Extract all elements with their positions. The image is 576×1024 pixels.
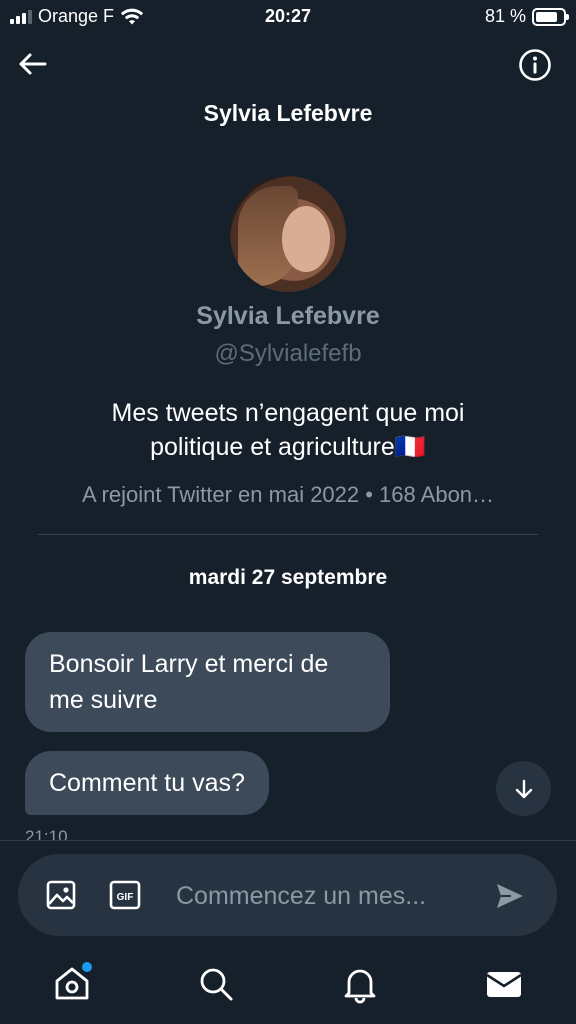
send-icon: [497, 884, 523, 908]
battery-fill: [536, 11, 558, 22]
info-button[interactable]: [518, 48, 552, 82]
bottom-tab-bar: [0, 950, 576, 1024]
image-icon: [46, 880, 76, 910]
message-bubble[interactable]: Comment tu vas?: [25, 751, 269, 815]
arrow-down-icon: [515, 779, 532, 798]
date-separator: mardi 27 septembre: [188, 566, 388, 589]
message-input[interactable]: [176, 876, 476, 916]
tab-messages[interactable]: [484, 964, 524, 1004]
composer-divider: [0, 840, 576, 841]
info-icon: [519, 49, 551, 81]
bell-icon: [344, 969, 376, 1004]
arrow-left-icon: [19, 53, 47, 75]
home-notification-dot: [82, 962, 92, 972]
gif-label: GIF: [117, 892, 134, 903]
avatar[interactable]: [230, 176, 346, 292]
status-right: 81 %: [484, 6, 569, 27]
message-timestamp: 21:10: [25, 827, 68, 840]
scroll-down-button[interactable]: [496, 761, 551, 816]
conversation-title: Sylvia Lefebvre: [203, 100, 373, 126]
back-button[interactable]: [14, 46, 50, 82]
divider: [38, 534, 538, 535]
avatar-face: [282, 206, 330, 272]
add-media-button[interactable]: [45, 879, 77, 911]
send-button[interactable]: [494, 880, 526, 912]
tab-home[interactable]: [52, 962, 92, 1004]
tab-search[interactable]: [196, 964, 236, 1004]
status-bar: Orange F 20:27 81 %: [0, 0, 576, 34]
gif-icon: GIF: [109, 880, 141, 910]
profile-name[interactable]: Sylvia Lefebvre: [0, 302, 576, 331]
battery-icon: [532, 7, 569, 26]
message-composer: GIF: [18, 854, 557, 936]
add-gif-button[interactable]: GIF: [109, 879, 141, 911]
profile-meta: A rejoint Twitter en mai 2022 • 168 Abon…: [81, 482, 495, 507]
profile-handle[interactable]: @Sylvialefefb: [0, 340, 576, 368]
bio-line-2: politique et agriculture🇫🇷: [150, 433, 426, 461]
search-icon: [200, 968, 233, 1001]
bio-line-1: Mes tweets n’engagent que moi: [111, 399, 465, 427]
tab-notifications[interactable]: [340, 964, 380, 1004]
message-bubble[interactable]: Bonsoir Larry et merci de me suivre: [25, 632, 390, 732]
profile-bio: Mes tweets n’engagent que moi politique …: [60, 396, 516, 464]
battery-percent: 81 %: [484, 6, 526, 26]
envelope-icon: [486, 972, 522, 997]
